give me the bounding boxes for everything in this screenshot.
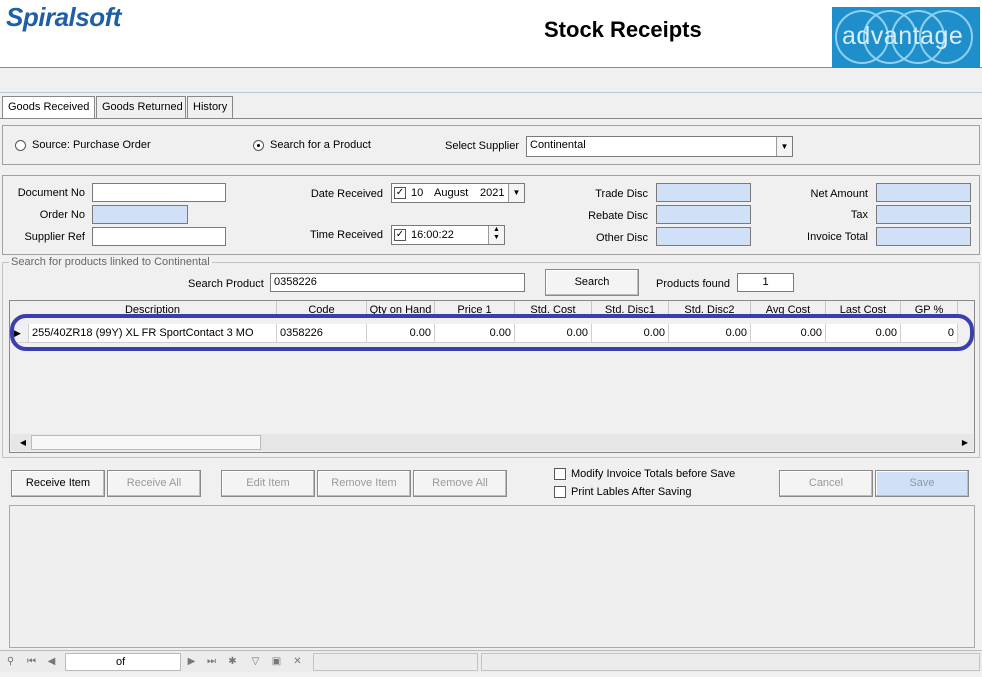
- document-no-label: Document No: [17, 187, 85, 199]
- chevron-down-icon[interactable]: ▼: [508, 184, 524, 202]
- supplier-select[interactable]: Continental ▼: [526, 136, 793, 157]
- search-product-label: Search Product: [188, 278, 264, 290]
- net-amount-field[interactable]: [876, 183, 971, 202]
- status-panel-left: [313, 653, 478, 671]
- last-record-icon[interactable]: ⏭: [203, 653, 220, 671]
- advantage-logo-text: advantage: [842, 22, 964, 50]
- source-group: Source: Purchase Order Search for a Prod…: [2, 125, 980, 165]
- filter-icon[interactable]: ▽: [247, 653, 264, 671]
- horizontal-scrollbar[interactable]: ◀ ▶: [11, 434, 973, 451]
- delete-record-icon[interactable]: ✕: [289, 653, 306, 671]
- source-purchase-order-label: Source: Purchase Order: [32, 139, 151, 151]
- rebate-disc-field[interactable]: [656, 205, 751, 224]
- invoice-total-label: Invoice Total: [807, 231, 868, 243]
- scrollbar-thumb[interactable]: [31, 435, 261, 450]
- date-received-picker[interactable]: ✓ 10 August 2021 ▼: [391, 183, 525, 203]
- search-button[interactable]: Search: [545, 269, 639, 296]
- remove-all-button[interactable]: Remove All: [413, 470, 507, 497]
- tax-label: Tax: [850, 209, 868, 221]
- order-no-field[interactable]: [92, 205, 188, 224]
- trade-disc-label: Trade Disc: [595, 188, 648, 200]
- tab-panel-border: [0, 118, 982, 119]
- supplier-select-value: Continental: [530, 139, 586, 151]
- tab-goods-received[interactable]: Goods Received: [2, 96, 95, 119]
- scroll-right-icon[interactable]: ▶: [957, 435, 973, 450]
- receipt-details-group: Document No Order No Supplier Ref Date R…: [2, 175, 980, 255]
- advantage-logo: advantage: [832, 7, 980, 68]
- tab-goods-returned[interactable]: Goods Returned: [96, 96, 186, 118]
- date-received-label: Date Received: [310, 188, 383, 200]
- product-search-group-title: Search for products linked to Continenta…: [9, 256, 212, 268]
- time-received-picker[interactable]: ✓ 16:00:22 ▲ ▼: [391, 225, 505, 245]
- date-enabled-checkbox[interactable]: ✓: [394, 187, 406, 199]
- app-header: Spiralsoft Stock Receipts advantage: [0, 0, 982, 68]
- time-value: 16:00:22: [411, 229, 454, 241]
- first-record-icon[interactable]: ⏮: [23, 653, 40, 671]
- time-received-label: Time Received: [310, 229, 383, 241]
- supplier-ref-label: Supplier Ref: [24, 231, 85, 243]
- header-divider: [0, 92, 982, 93]
- tax-field[interactable]: [876, 205, 971, 224]
- search-product-radio[interactable]: [253, 140, 264, 151]
- rebate-disc-label: Rebate Disc: [588, 210, 648, 222]
- next-record-icon[interactable]: ▶: [183, 653, 200, 671]
- receive-item-button[interactable]: Receive Item: [11, 470, 105, 497]
- date-day: 10: [411, 187, 424, 199]
- save-button[interactable]: Save: [875, 470, 969, 497]
- print-labels-label: Print Lables After Saving: [571, 486, 692, 498]
- previous-record-icon[interactable]: ◀: [43, 653, 60, 671]
- action-bar: Receive Item Receive All Edit Item Remov…: [2, 462, 980, 502]
- products-found-label: Products found: [656, 278, 730, 290]
- time-enabled-checkbox[interactable]: ✓: [394, 229, 406, 241]
- other-disc-label: Other Disc: [596, 232, 648, 244]
- source-purchase-order-radio[interactable]: [15, 140, 26, 151]
- edit-item-button[interactable]: Edit Item: [221, 470, 315, 497]
- modify-totals-checkbox[interactable]: [554, 468, 566, 480]
- remove-item-button[interactable]: Remove Item: [317, 470, 411, 497]
- trade-disc-field[interactable]: [656, 183, 751, 202]
- record-of-label: of: [116, 656, 126, 668]
- row-highlight-annotation: [10, 314, 974, 351]
- received-items-panel: [9, 505, 975, 648]
- other-disc-field[interactable]: [656, 227, 751, 246]
- document-no-field[interactable]: [92, 183, 226, 202]
- products-found-count: 1: [737, 273, 794, 292]
- print-labels-checkbox[interactable]: [554, 486, 566, 498]
- status-panel-right: [481, 653, 980, 671]
- supplier-ref-field[interactable]: [92, 227, 226, 246]
- search-product-radio-label: Search for a Product: [270, 139, 371, 151]
- binoculars-icon[interactable]: ⚲: [2, 653, 19, 671]
- date-year: 2021: [480, 187, 505, 199]
- invoice-total-field[interactable]: [876, 227, 971, 246]
- tab-history[interactable]: History: [187, 96, 233, 118]
- spiralsoft-logo: Spiralsoft: [6, 2, 121, 32]
- cancel-button[interactable]: Cancel: [779, 470, 873, 497]
- time-spinner-icon[interactable]: ▲ ▼: [488, 226, 504, 244]
- chevron-down-icon: ▼: [776, 137, 792, 156]
- record-navigator: ⚲ ⏮ ◀ of ▶ ⏭ ✱ ▽ ▣ ✕: [0, 650, 982, 672]
- scroll-left-icon[interactable]: ◀: [15, 435, 31, 450]
- receive-all-button[interactable]: Receive All: [107, 470, 201, 497]
- modify-totals-label: Modify Invoice Totals before Save: [571, 468, 736, 480]
- select-supplier-label: Select Supplier: [445, 140, 519, 152]
- page-title: Stock Receipts: [544, 17, 702, 42]
- order-no-label: Order No: [39, 209, 85, 221]
- net-amount-label: Net Amount: [810, 188, 868, 200]
- search-product-input[interactable]: 0358226: [270, 273, 525, 292]
- save-record-icon[interactable]: ▣: [268, 653, 285, 671]
- date-month: August: [434, 187, 469, 199]
- new-record-icon[interactable]: ✱: [224, 653, 241, 671]
